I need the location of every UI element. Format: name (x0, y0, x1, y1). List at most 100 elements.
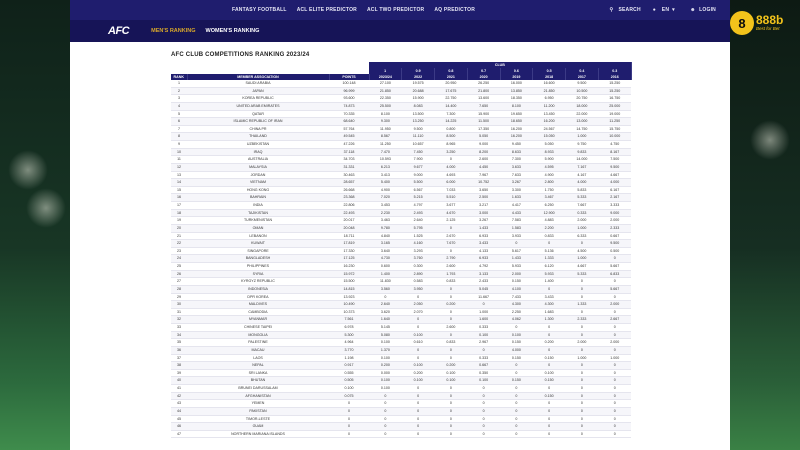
year-points-cell: 6.933 (467, 254, 501, 263)
year-points-cell: 2.493 (401, 209, 435, 218)
tab-womens-ranking[interactable]: WOMEN'S RANKING (206, 28, 260, 34)
year-points-cell: 1.600 (467, 315, 501, 324)
table-row: 8 THAILAND 49.545 8.567 11.110 8.500 5.050 16.2… (171, 132, 632, 141)
tab-mens-ranking[interactable]: MEN'S RANKING (151, 28, 195, 34)
year-points-cell: 5.050 (532, 140, 566, 149)
year-points-cell: 0 (369, 392, 402, 401)
year-points-cell: 15.050 (532, 132, 566, 141)
year-points-cell: 0.150 (532, 392, 566, 401)
search-button[interactable]: ⚲ SEARCH (609, 7, 640, 13)
association-cell: GUAM (187, 422, 329, 431)
year-points-cell: 0 (434, 399, 468, 408)
year-points-cell: 10.000 (598, 132, 632, 141)
year-points-cell: 4.167 (565, 171, 599, 180)
year-points-cell: 0 (598, 384, 632, 393)
year-points-cell: 0 (565, 239, 599, 248)
login-button[interactable]: ☻ LOGIN (690, 7, 716, 13)
top-nav-link[interactable]: ACL ELITE PREDICTOR (297, 7, 357, 13)
year-points-cell: 2.890 (401, 270, 435, 279)
year-points-cell: 3.267 (500, 178, 533, 187)
year-points-cell: 0 (401, 399, 435, 408)
top-nav-link[interactable]: ACL TWO PREDICTOR (367, 7, 424, 13)
year-points-cell: 0 (401, 430, 435, 439)
association-cell: JAPAN (187, 87, 329, 96)
year-points-cell: 0 (565, 415, 599, 424)
top-nav-link[interactable]: AQ PREDICTOR (434, 7, 475, 13)
year-points-cell: 0 (369, 430, 402, 439)
table-row: 7 CHINA PR 57.764 11.950 9.500 0.800 17.350 16.… (171, 125, 632, 134)
points-cell: 5.300 (329, 331, 370, 340)
888b-badge[interactable]: 8 888b Best for Bet (730, 6, 794, 40)
year-points-cell: 0 (369, 415, 402, 424)
year-points-cell: 7.167 (565, 163, 599, 172)
points-cell: 0.505 (329, 376, 370, 385)
year-points-cell: 4.730 (369, 254, 402, 263)
year-points-cell: 0 (500, 430, 533, 439)
year-points-cell: 11.667 (467, 293, 501, 302)
year-points-cell: 3.433 (467, 239, 501, 248)
year-points-cell: 11.110 (401, 132, 435, 141)
year-points-cell: 5.333 (565, 193, 599, 202)
points-cell: 100.148 (329, 80, 370, 88)
association-cell: UNITED ARAB EMIRATES (187, 102, 329, 111)
year-points-cell: 0.000 (369, 369, 402, 378)
year-points-cell: 2.640 (369, 300, 402, 309)
rank-cell: 47 (171, 430, 187, 439)
year-points-cell: 5.795 (401, 224, 435, 233)
year-points-cell: 0 (401, 392, 435, 401)
year-points-cell: 27.100 (369, 80, 402, 88)
year-points-cell: 4.000 (434, 163, 468, 172)
year-points-cell: 7.670 (434, 239, 468, 248)
year-points-cell: 3.633 (500, 163, 533, 172)
year-points-cell: 20.688 (401, 87, 435, 96)
rank-cell: 8 (171, 132, 187, 141)
ranking-table: CLUB 1 0.9 0.8 0.7 0.6 0.5 0.4 0.3 RANK MEMBER A… (171, 62, 632, 439)
afc-page: FANTASY FOOTBALL ACL ELITE PREDICTOR ACL T… (70, 0, 730, 450)
points-cell: 30.463 (329, 171, 370, 180)
association-cell: BRUNEI DARUSSALAM (187, 384, 329, 393)
year-points-cell: 6.333 (565, 232, 599, 241)
year-points-cell: 7.300 (500, 155, 533, 164)
year-points-cell: 0.600 (369, 262, 402, 271)
year-points-cell: 0 (434, 285, 468, 294)
year-points-cell: 21.850 (532, 87, 566, 96)
top-nav-link[interactable]: FANTASY FOOTBALL (232, 7, 287, 13)
year-points-cell: 0 (500, 407, 533, 416)
rank-cell: 23 (171, 247, 187, 256)
table-row: 14 VIETNAM 28.657 5.400 5.500 6.000 10.752 3.26… (171, 178, 632, 187)
year-points-cell: 7.450 (401, 148, 435, 157)
stadium-light (26, 188, 66, 228)
year-points-cell: 0 (598, 415, 632, 424)
year-points-cell: 0 (565, 361, 599, 370)
year-points-cell: 5.617 (500, 247, 533, 256)
year-points-cell: 2.070 (401, 308, 435, 317)
year-points-cell: 0 (598, 376, 632, 385)
rank-cell: 13 (171, 171, 187, 180)
rank-cell: 17 (171, 201, 187, 210)
year-points-cell: 6.000 (434, 178, 468, 187)
year-points-cell: 0 (401, 422, 435, 431)
points-cell: 31.331 (329, 163, 370, 172)
year-points-cell: 0 (565, 293, 599, 302)
year-points-cell: 2.433 (467, 277, 501, 286)
year-points-cell: 9.833 (565, 148, 599, 157)
year-points-cell: 0 (598, 369, 632, 378)
year-points-cell: 0.667 (467, 361, 501, 370)
rank-cell: 34 (171, 331, 187, 340)
year-points-cell: 0 (598, 422, 632, 431)
year-points-cell: 0 (369, 399, 402, 408)
association-cell: INDIA (187, 201, 329, 210)
year-points-cell: 0 (434, 392, 468, 401)
language-selector[interactable]: ● EN ▾ (653, 7, 678, 13)
afc-logo[interactable]: AFC (108, 25, 130, 37)
table-row: 36 MACAU 3.770 1.370 0 0 0 4.000 0 0 0 (171, 346, 632, 355)
year-points-cell: 9.500 (598, 163, 632, 172)
points-cell: 22.493 (329, 209, 370, 218)
rank-cell: 38 (171, 361, 187, 370)
year-points-cell: 0.100 (369, 338, 402, 347)
year-points-cell: 0 (467, 407, 501, 416)
year-points-cell: 0 (500, 422, 533, 431)
year-points-cell: 8.933 (532, 148, 566, 157)
year-points-cell: 0 (532, 407, 566, 416)
year-points-cell: 20.750 (565, 94, 599, 103)
